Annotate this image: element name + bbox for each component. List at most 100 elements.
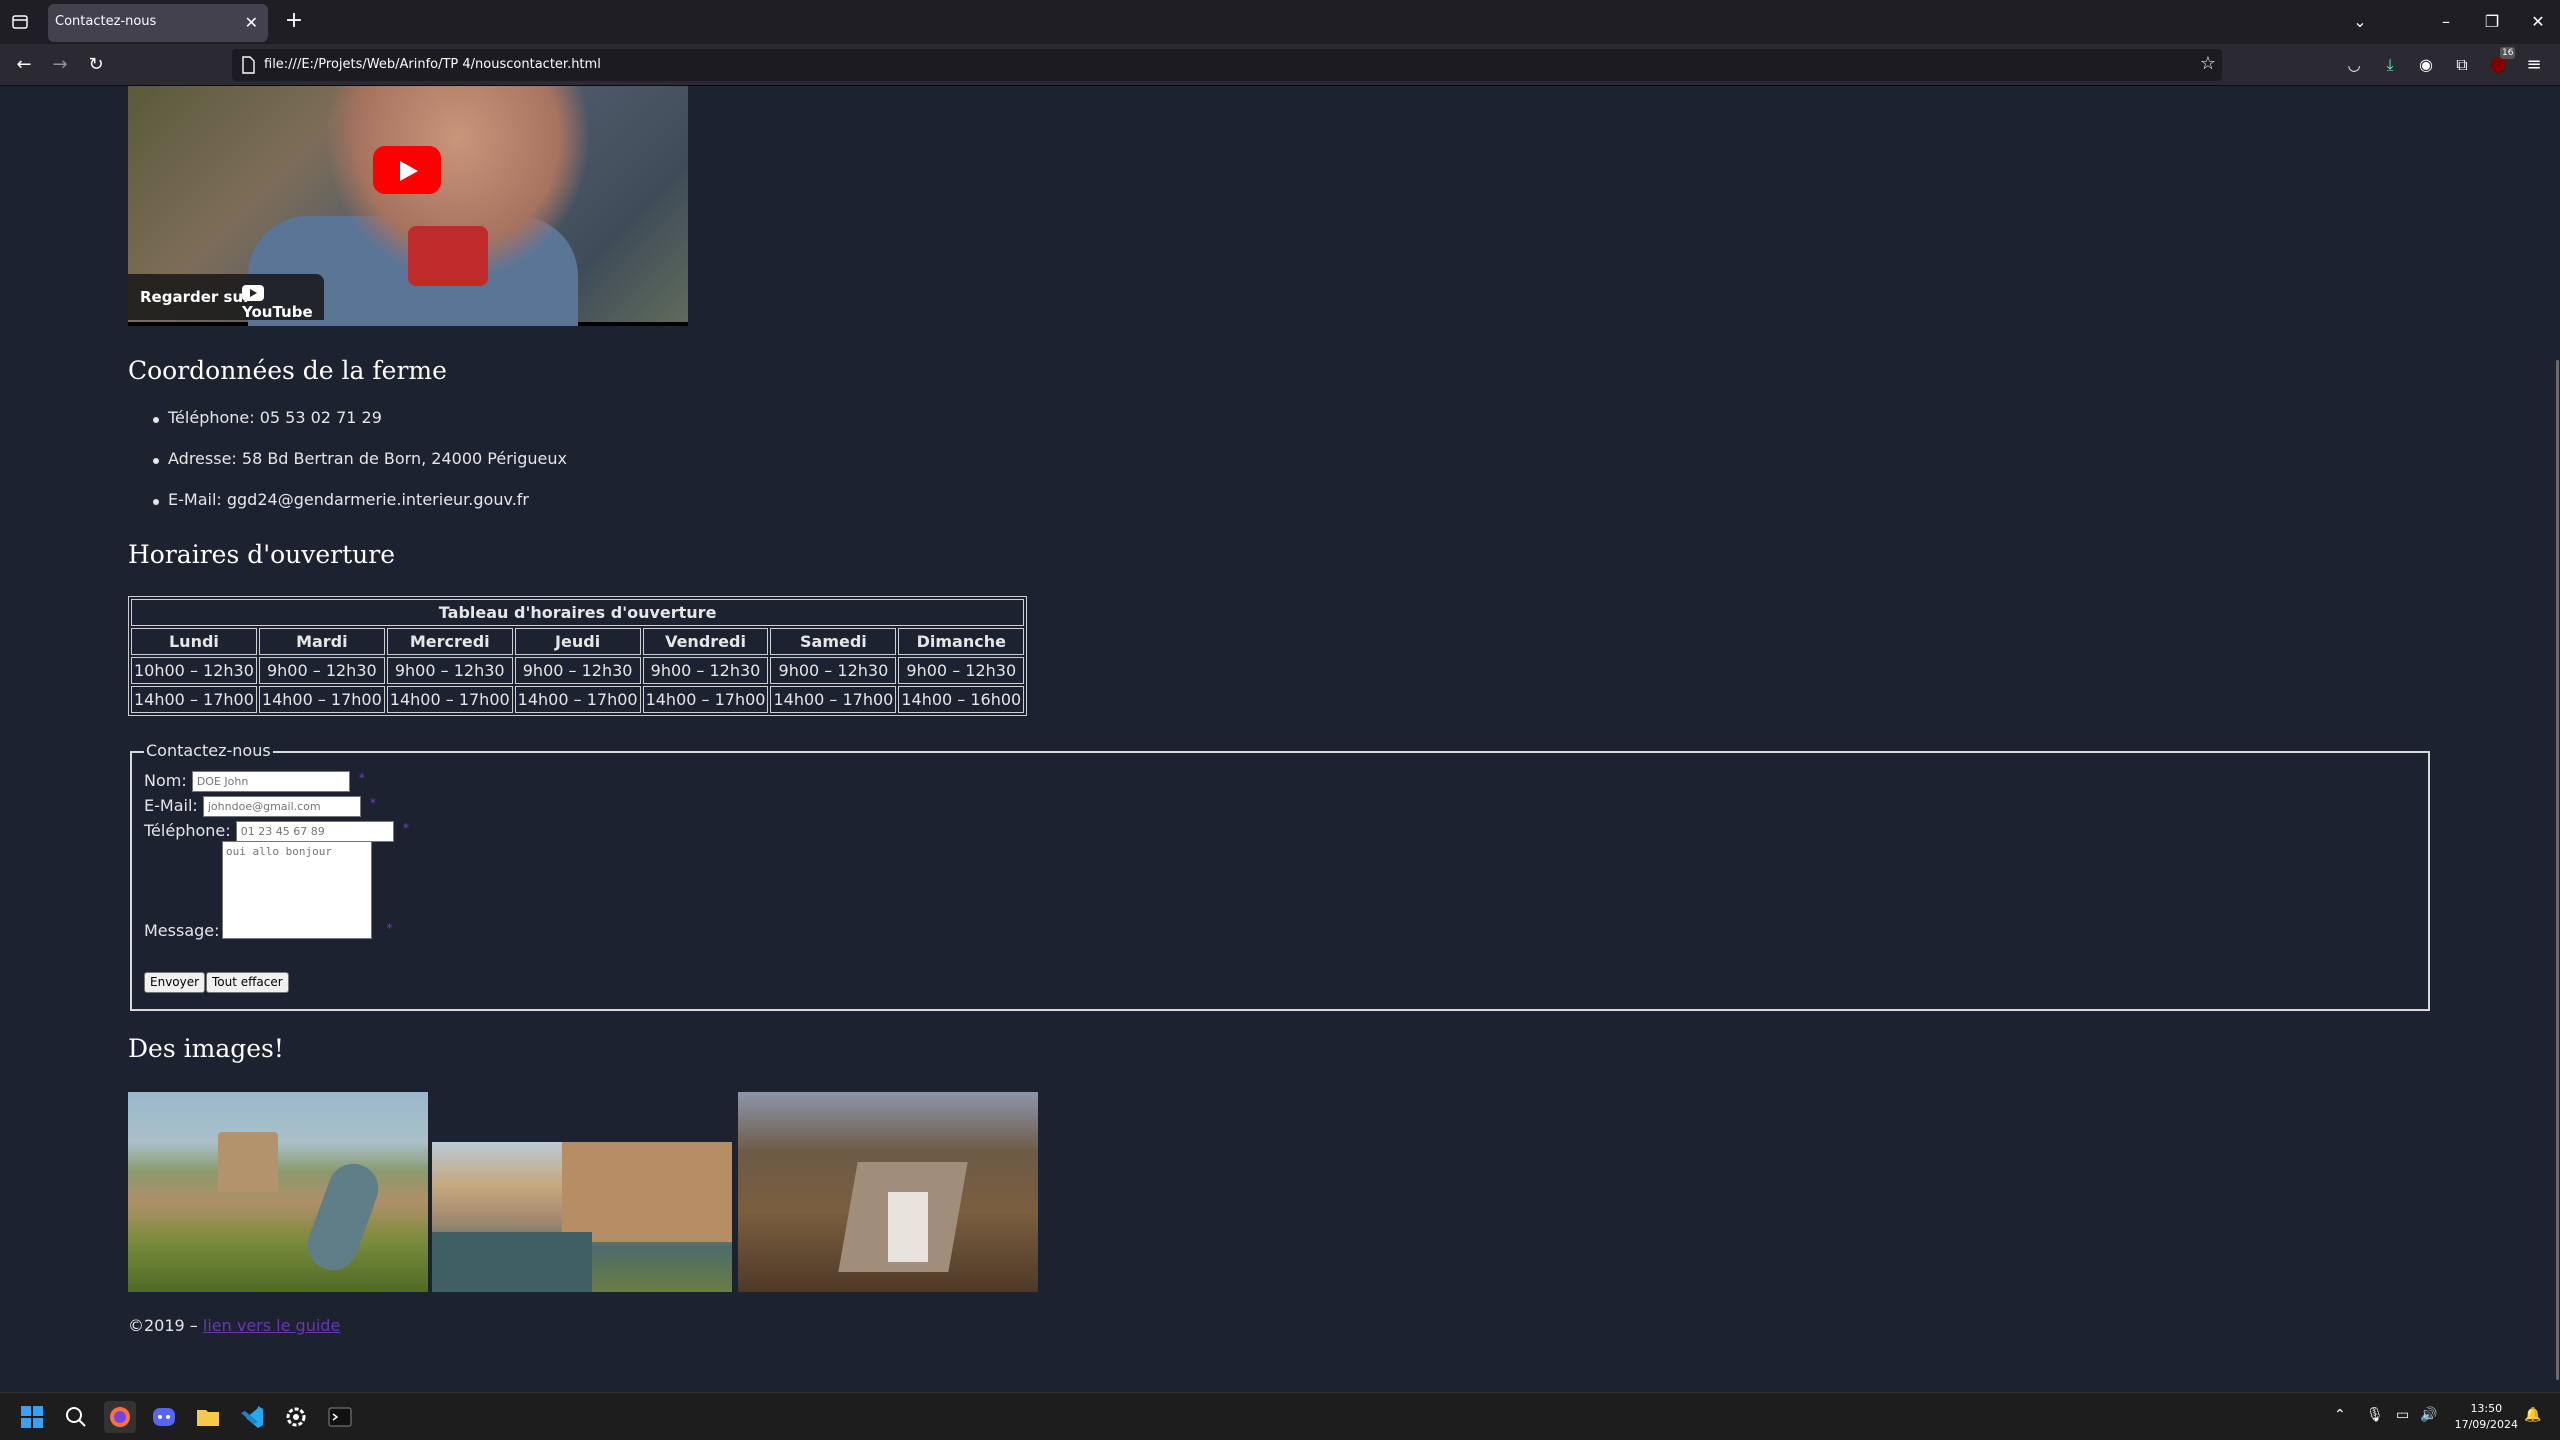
settings-gear-icon[interactable] [280,1401,312,1433]
images-heading: Des images! [128,1034,284,1063]
tab-close-icon[interactable]: ✕ [245,13,258,32]
morning-cell: 9h00 – 12h30 [386,657,513,684]
menu-icon[interactable]: ≡ [2520,51,2548,79]
page-icon [240,56,256,74]
account-icon[interactable]: ◉ [2412,51,2440,79]
guide-link[interactable]: lien vers le guide [203,1316,340,1335]
contact-legend: Contactez-nous [144,741,273,760]
footer: ©2019 – lien vers le guide [128,1316,340,1335]
notifications-icon[interactable]: 🔔 [2524,1407,2541,1423]
afternoon-cell: 14h00 – 17h00 [386,686,513,713]
extension-badge: 16 [2500,47,2516,59]
afternoon-cell: 14h00 – 17h00 [770,686,897,713]
list-item-phone: Téléphone: 05 53 02 71 29 [152,408,567,449]
minimize-button[interactable]: – [2432,8,2460,36]
name-label: Nom: [144,771,187,790]
afternoon-cell: 14h00 – 17h00 [514,686,641,713]
table-caption: Tableau d'horaires d'ouverture [131,599,1025,626]
required-mark: * [386,921,393,935]
list-item-email: E-Mail: ggd24@gendarmerie.interieur.gouv… [152,490,567,531]
tab-contactez-nous[interactable]: Contactez-nous ✕ [48,4,268,42]
terminal-icon[interactable] [324,1401,356,1433]
windows-start-icon[interactable] [16,1401,48,1433]
close-window-button[interactable]: ✕ [2524,8,2552,36]
file-explorer-icon[interactable] [192,1401,224,1433]
email-label: E-Mail: [144,796,198,815]
day-header: Lundi [131,628,257,655]
restore-button[interactable]: ❐ [2478,8,2506,36]
photo-water [432,1232,592,1292]
afternoon-cell: 14h00 – 17h00 [131,686,257,713]
day-header: Jeudi [514,628,641,655]
firefox-icon[interactable] [104,1401,136,1433]
tray-chevron-icon[interactable]: ⌃ [2334,1407,2346,1423]
photo-river [300,1156,386,1278]
morning-cell: 10h00 – 12h30 [131,657,257,684]
phone-label: Téléphone: [144,821,231,840]
bookmark-star-icon[interactable]: ☆ [2200,53,2216,74]
watch-on-youtube-button[interactable]: Regarder sur YouTube [128,274,324,321]
discord-icon[interactable] [148,1401,180,1433]
youtube-logo: YouTube [242,285,324,321]
reload-button[interactable]: ↻ [82,51,110,79]
required-mark: * [402,821,409,835]
message-label: Message: [144,921,220,940]
afternoon-cell: 14h00 – 17h00 [642,686,769,713]
reset-button[interactable]: Tout effacer [206,972,289,993]
extensions-icon[interactable]: ⧉ [2448,51,2476,79]
day-header: Samedi [770,628,897,655]
coordinates-heading: Coordonnées de la ferme [128,356,447,385]
hours-table: Tableau d'horaires d'ouverture Lundi Mar… [128,596,1028,716]
microphone-icon[interactable]: 🎙 [2366,1407,2384,1423]
watch-label: Regarder sur [140,288,251,306]
name-row: Nom: * [144,771,365,792]
ublock-extension-icon[interactable]: 16 [2484,47,2516,79]
required-mark: * [358,771,365,785]
email-row: E-Mail: * [144,796,376,817]
play-button-icon[interactable] [373,146,441,194]
downloads-icon[interactable]: ⤓ [2376,51,2404,79]
back-button[interactable]: ← [10,51,38,79]
pocket-icon[interactable]: ◡ [2340,51,2368,79]
clock[interactable]: 13:50 17/09/2024 [2455,1401,2518,1433]
network-icon[interactable]: ▭ [2396,1407,2409,1423]
volume-icon[interactable]: 🔊 [2420,1407,2437,1423]
day-header: Mercredi [386,628,513,655]
morning-cell: 9h00 – 12h30 [642,657,769,684]
youtube-wordmark: YouTube [242,303,313,321]
name-input[interactable] [191,771,350,792]
tab-bar: Contactez-nous ✕ + ⌄ – ❐ ✕ [0,0,2560,44]
youtube-embed[interactable]: Regarder sur YouTube [128,86,688,326]
morning-cell: 9h00 – 12h30 [770,657,897,684]
day-header: Mardi [258,628,385,655]
copyright-text: ©2019 – [128,1316,198,1335]
required-mark: * [369,796,376,810]
morning-cell: 9h00 – 12h30 [514,657,641,684]
photo-castle [218,1132,278,1192]
scrollbar-thumb[interactable] [2556,360,2559,1380]
new-tab-button[interactable]: + [280,8,308,36]
tab-list-icon[interactable] [6,8,34,36]
clock-date: 17/09/2024 [2454,1418,2518,1431]
email-input[interactable] [202,796,361,817]
afternoon-cell: 14h00 – 16h00 [898,686,1025,713]
list-item-address: Adresse: 58 Bd Bertran de Born, 24000 Pé… [152,449,567,490]
morning-cell: 9h00 – 12h30 [258,657,385,684]
photo-cliff [562,1142,732,1242]
contact-form: Contactez-nous Nom: * E-Mail: * Téléphon… [130,741,2430,1011]
list-all-tabs-icon[interactable]: ⌄ [2346,8,2374,36]
url-bar[interactable]: file:///E:/Projets/Web/Arinfo/TP 4/nousc… [232,49,2222,81]
riverside-village-photo [432,1142,732,1292]
vscode-icon[interactable] [236,1401,268,1433]
day-header: Vendredi [642,628,769,655]
market-square-photo [738,1092,1038,1292]
submit-button[interactable]: Envoyer [144,972,206,993]
castle-photo [128,1092,428,1292]
youtube-icon [242,285,264,301]
taskbar: ⌃ 🎙 ▭ 🔊 13:50 17/09/2024 🔔 [0,1392,2560,1440]
phone-input[interactable] [235,821,394,842]
search-icon[interactable] [60,1401,92,1433]
forward-button[interactable]: → [46,51,74,79]
page-scrollbar[interactable] [2552,86,2560,1392]
page-content: Regarder sur YouTube Coordonnées de la f… [0,86,2560,1392]
